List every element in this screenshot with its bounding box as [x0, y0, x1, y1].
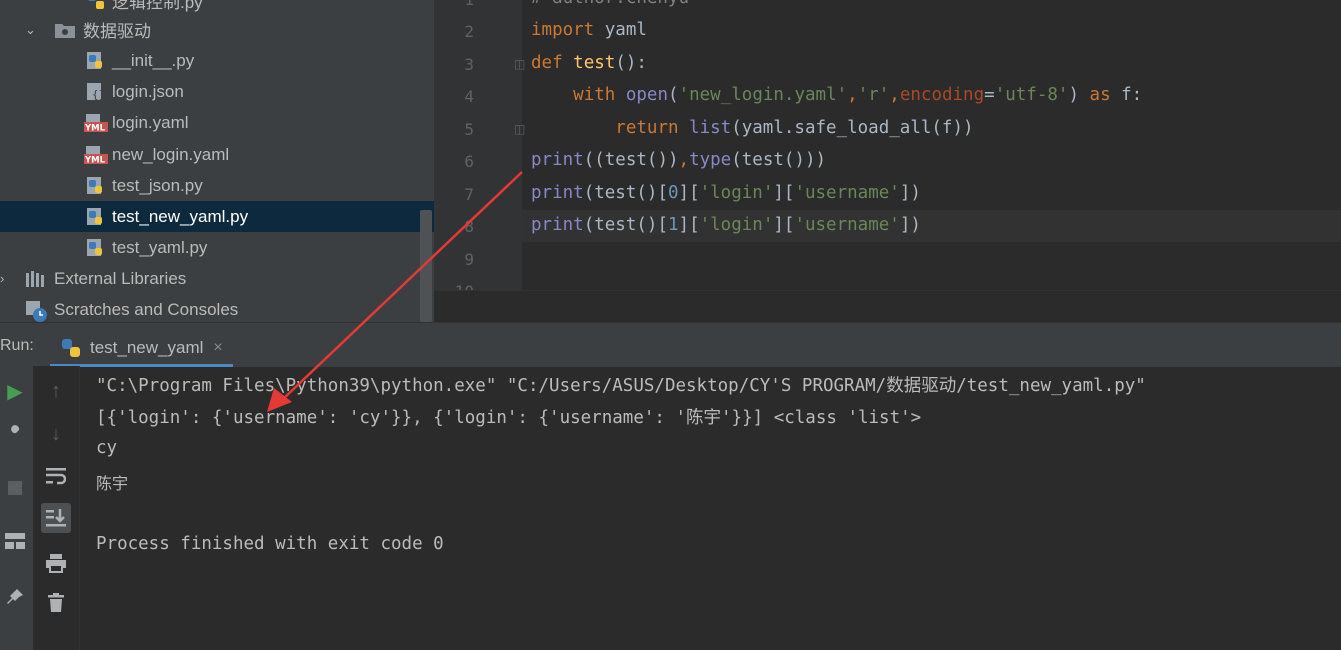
run-icon[interactable]: ▶	[0, 376, 30, 406]
line-number: 2	[464, 22, 474, 41]
svg-text:YML: YML	[84, 123, 106, 133]
scroll-to-end-icon[interactable]	[41, 503, 71, 533]
code-editor[interactable]: 1 2 3 4 5 6 7 8 9 10 ◫ ◫ # author:chenyu…	[434, 0, 1341, 290]
tree-item-init[interactable]: __init__.py	[0, 45, 434, 76]
yaml-file-icon: YML	[84, 113, 108, 133]
tree-item-login-yaml[interactable]: YML login.yaml	[0, 107, 434, 138]
run-tool-window-header: Run: test_new_yaml ×	[0, 322, 1341, 367]
python-file-icon	[86, 51, 106, 71]
console-command: "C:\Program Files\Python39\python.exe" "…	[96, 376, 1146, 396]
line-number: 7	[464, 185, 474, 204]
arrow-up-icon[interactable]: ↑	[41, 376, 71, 406]
fold-icon[interactable]: ◫	[514, 122, 525, 136]
code-line-5: return list(yaml.safe_load_all(f))	[615, 118, 974, 138]
stop-icon[interactable]	[0, 473, 30, 503]
code-line-4: with open('new_login.yaml','r',encoding=…	[573, 85, 1143, 105]
tree-folder-data-driven[interactable]: ⌄ 数据驱动	[0, 14, 434, 45]
run-left-toolbar: ▶	[0, 366, 34, 650]
code-line-3: def test():	[531, 53, 647, 73]
line-number: 6	[464, 152, 474, 171]
trash-icon[interactable]	[41, 588, 71, 618]
line-number: 8	[464, 217, 474, 236]
project-scrollbar[interactable]	[420, 210, 432, 322]
editor-scroll-area	[434, 290, 1341, 323]
svg-text:YML: YML	[84, 155, 106, 165]
soft-wrap-icon[interactable]	[41, 461, 71, 491]
chevron-right-icon[interactable]: ›	[0, 271, 4, 286]
tree-item-scratches[interactable]: Scratches and Consoles	[0, 294, 434, 322]
tree-item-test-json[interactable]: test_json.py	[0, 170, 434, 201]
code-line-2: import yaml	[531, 20, 647, 40]
line-number: 5	[464, 120, 474, 139]
fold-icon[interactable]: ◫	[514, 57, 525, 71]
run-label: Run:	[0, 337, 34, 354]
svg-text:{}: {}	[92, 88, 105, 101]
tree-item-external-libraries[interactable]: › External Libraries	[0, 263, 434, 294]
line-gutter	[434, 0, 522, 290]
python-file-icon	[86, 238, 106, 258]
python-icon	[60, 337, 82, 359]
library-icon	[25, 269, 45, 289]
arrow-down-icon[interactable]: ↓	[41, 419, 71, 449]
tree-item-test-yaml[interactable]: test_yaml.py	[0, 232, 434, 263]
console-exit-line: Process finished with exit code 0	[96, 534, 444, 554]
close-icon[interactable]: ×	[213, 339, 222, 357]
yaml-file-icon: YML	[84, 145, 108, 165]
wrench-icon[interactable]	[0, 419, 30, 449]
console-line: [{'login': {'username': 'cy'}}, {'login'…	[96, 408, 922, 428]
json-file-icon: {}	[86, 82, 106, 102]
console-line: 陈宇	[96, 474, 129, 493]
code-line-6: print((test()),type(test()))	[531, 150, 827, 170]
tree-item-new-login-yaml[interactable]: YML new_login.yaml	[0, 139, 434, 170]
print-icon[interactable]	[41, 548, 71, 578]
code-line-8: print(test()[1]['login']['username'])	[531, 215, 921, 235]
code-line-1: # author:chenyu	[531, 0, 689, 8]
line-number: 9	[464, 250, 474, 269]
line-number: 3	[464, 55, 474, 74]
line-number: 4	[464, 87, 474, 106]
tree-item-login-json[interactable]: {} login.json	[0, 76, 434, 107]
run-tab-test-new-yaml[interactable]: test_new_yaml ×	[50, 331, 233, 367]
line-number: 1	[434, 0, 474, 9]
chevron-down-icon[interactable]: ⌄	[25, 22, 36, 38]
python-file-icon	[86, 0, 106, 11]
line-number: 10	[434, 282, 474, 290]
python-file-icon	[86, 207, 106, 227]
python-file-icon	[86, 176, 106, 196]
code-line-7: print(test()[0]['login']['username'])	[531, 183, 921, 203]
tree-item-test-new-yaml[interactable]: test_new_yaml.py	[0, 201, 434, 232]
run-console-toolbar: ↑ ↓	[33, 366, 80, 650]
layout-icon[interactable]	[0, 526, 30, 556]
folder-icon	[54, 20, 75, 40]
scratches-icon	[25, 300, 47, 322]
pin-icon[interactable]	[0, 582, 30, 612]
console-line: cy	[96, 438, 118, 458]
project-tool-window: 逻辑控制.py ⌄ 数据驱动 __init__.py {} login.json…	[0, 0, 434, 322]
run-tab-label: test_new_yaml	[90, 337, 204, 357]
